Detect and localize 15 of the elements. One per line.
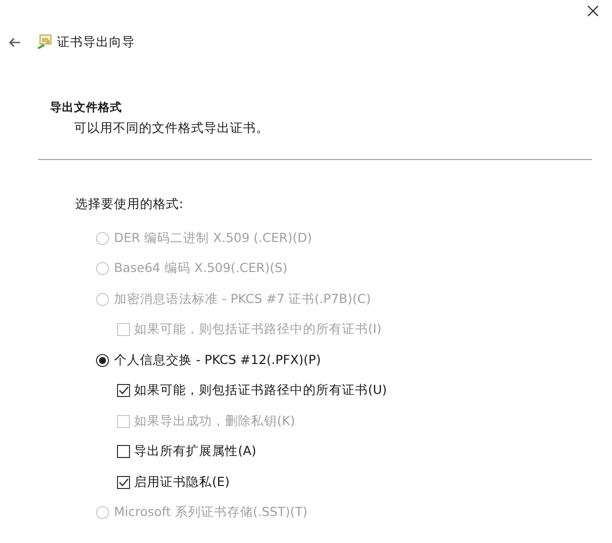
checkbox-label[interactable]: 导出所有扩展属性(A): [134, 443, 256, 460]
section-heading: 导出文件格式: [50, 100, 123, 115]
wizard-title: 证书导出向导: [57, 34, 135, 50]
checkbox[interactable]: [117, 384, 130, 398]
close-icon[interactable]: [587, 5, 599, 17]
option-label[interactable]: 个人信息交换 - PKCS #12(.PFX)(P): [114, 352, 321, 369]
checkbox-label[interactable]: 如果可能，则包括证书路径中的所有证书(U): [134, 382, 387, 400]
checkbox[interactable]: [117, 445, 130, 458]
checkbox-label[interactable]: 启用证书隐私(E): [134, 474, 230, 491]
certificate-icon: [36, 34, 52, 50]
radio-button[interactable]: [96, 354, 109, 367]
section-description: 可以用不同的文件格式导出证书。: [74, 120, 270, 137]
format-prompt: 选择要使用的格式:: [75, 196, 184, 213]
checkbox[interactable]: [117, 476, 130, 489]
back-arrow-icon[interactable]: [8, 36, 21, 48]
